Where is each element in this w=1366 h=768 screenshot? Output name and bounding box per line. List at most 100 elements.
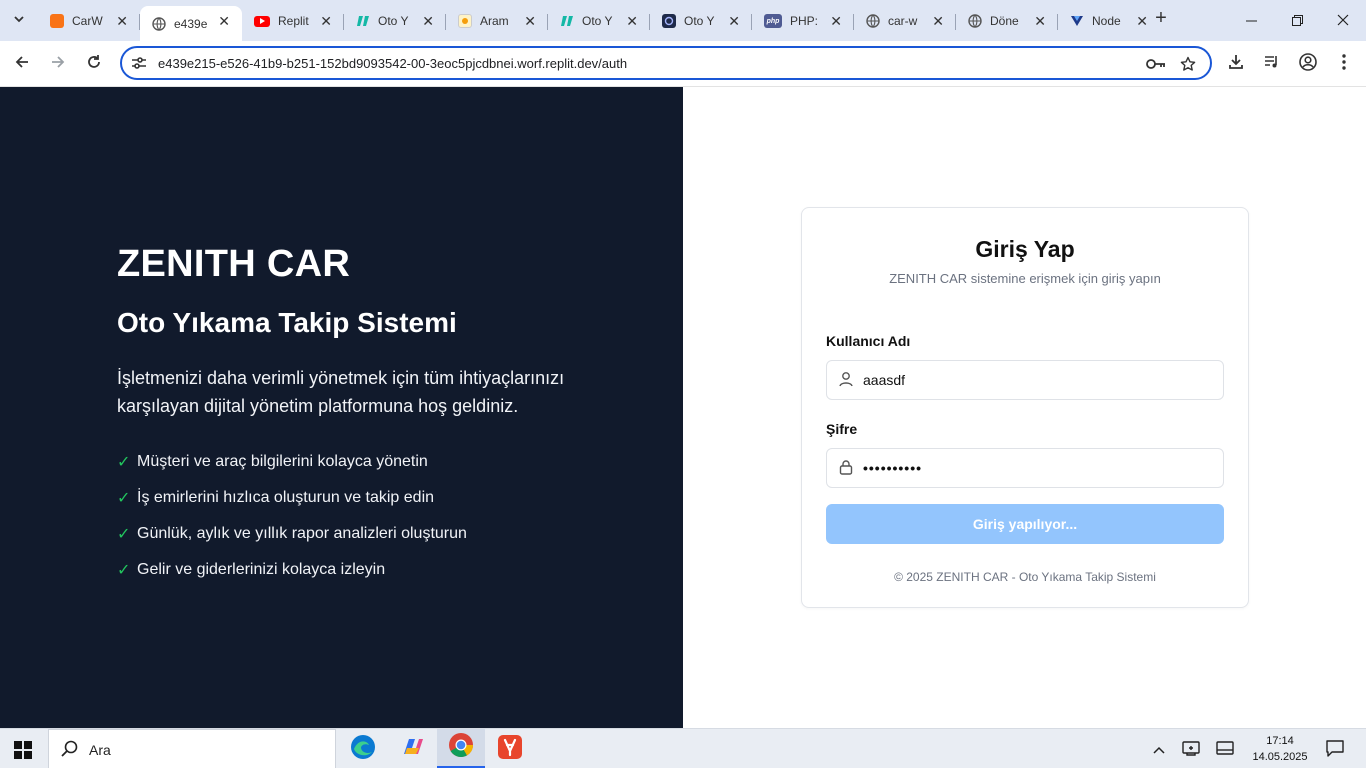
close-icon[interactable]: ✕ bbox=[932, 13, 944, 30]
edge-icon bbox=[350, 734, 376, 765]
password-input[interactable]: •••••••••• bbox=[863, 460, 1203, 476]
tab-search-button[interactable] bbox=[6, 7, 32, 33]
tab-list: CarW ✕ e439e ✕ Replit ✕ Oto Y ✕ Aram ✕ O… bbox=[38, 6, 1160, 41]
close-icon[interactable]: ✕ bbox=[524, 13, 536, 30]
taskbar-brave-app[interactable] bbox=[486, 729, 534, 768]
tray-network-button[interactable] bbox=[1178, 729, 1204, 768]
close-icon[interactable]: ✕ bbox=[1136, 13, 1148, 30]
minimize-button[interactable] bbox=[1228, 0, 1274, 41]
display-icon bbox=[1216, 740, 1234, 758]
vuetify-icon bbox=[1070, 14, 1084, 28]
feature-item: ✓ Gelir ve giderlerinizi kolayca izleyin bbox=[117, 552, 467, 588]
otoy-icon bbox=[560, 14, 574, 28]
reload-button[interactable] bbox=[80, 50, 108, 78]
windows-taskbar: Ara 17:14 14.05.2025 bbox=[0, 728, 1366, 768]
hero-description: İşletmenizi daha verimli yönetmek için t… bbox=[117, 368, 565, 416]
tab-title: car-w bbox=[888, 14, 918, 28]
username-input[interactable] bbox=[863, 372, 1203, 388]
password-field[interactable]: •••••••••• bbox=[826, 448, 1224, 488]
username-label: Kullanıcı Adı bbox=[826, 333, 911, 349]
menu-button[interactable] bbox=[1330, 50, 1358, 78]
close-icon[interactable]: ✕ bbox=[422, 13, 434, 30]
address-bar[interactable]: e439e215-e526-41b9-b251-152bd9093542-00-… bbox=[120, 46, 1212, 80]
search-icon bbox=[61, 740, 79, 763]
notifications-button[interactable] bbox=[1320, 729, 1350, 768]
feature-item: ✓ İş emirlerini hızlıca oluşturun ve tak… bbox=[117, 480, 467, 516]
browser-tab[interactable]: php PHP: ✕ bbox=[752, 6, 854, 36]
restore-button[interactable] bbox=[1274, 0, 1320, 41]
username-field[interactable] bbox=[826, 360, 1224, 400]
check-icon: ✓ bbox=[117, 562, 131, 579]
windows-start-button[interactable] bbox=[14, 741, 32, 759]
globe-icon bbox=[968, 14, 982, 28]
otoy-dark-icon bbox=[662, 14, 676, 28]
star-icon[interactable] bbox=[1178, 54, 1198, 74]
browser-tab[interactable]: Döne ✕ bbox=[956, 6, 1058, 36]
browser-tab[interactable]: Oto Y ✕ bbox=[548, 6, 650, 36]
feature-text: Gelir ve giderlerinizi kolayca izleyin bbox=[137, 561, 386, 578]
tab-title: CarW bbox=[72, 14, 103, 28]
close-icon[interactable]: ✕ bbox=[830, 13, 842, 30]
more-vertical-icon bbox=[1342, 53, 1346, 75]
tray-display-button[interactable] bbox=[1212, 729, 1238, 768]
hero-subtitle: Oto Yıkama Takip Sistemi bbox=[117, 307, 457, 338]
tray-overflow-button[interactable] bbox=[1148, 729, 1170, 768]
browser-tab-active[interactable]: e439e ✕ bbox=[140, 6, 242, 41]
taskbar-copilot-app[interactable] bbox=[388, 729, 436, 768]
browser-tab[interactable]: Replit ✕ bbox=[242, 6, 344, 36]
browser-tab[interactable]: Node ✕ bbox=[1058, 6, 1160, 36]
browser-tab[interactable]: Oto Y ✕ bbox=[344, 6, 446, 36]
arrow-left-icon bbox=[14, 54, 30, 75]
new-tab-button[interactable]: + bbox=[1150, 8, 1172, 30]
login-submit-button[interactable]: Giriş yapılıyor... bbox=[826, 504, 1224, 544]
user-icon bbox=[839, 371, 855, 389]
lock-icon bbox=[839, 459, 855, 477]
close-window-button[interactable] bbox=[1320, 0, 1366, 41]
close-icon[interactable]: ✕ bbox=[218, 13, 230, 30]
clock-time: 17:14 bbox=[1266, 735, 1294, 747]
taskbar-clock[interactable]: 17:14 14.05.2025 bbox=[1252, 733, 1308, 765]
browser-tab[interactable]: car-w ✕ bbox=[854, 6, 956, 36]
tab-title: Node bbox=[1092, 14, 1121, 28]
chevron-up-icon bbox=[1153, 741, 1165, 757]
browser-tab[interactable]: Oto Y ✕ bbox=[650, 6, 752, 36]
close-icon[interactable]: ✕ bbox=[728, 13, 740, 30]
youtube-icon bbox=[254, 15, 270, 27]
close-icon[interactable]: ✕ bbox=[116, 13, 128, 30]
feature-text: Günlük, aylık ve yıllık rapor analizleri… bbox=[137, 525, 467, 542]
tab-title: Oto Y bbox=[684, 14, 715, 28]
feature-item: ✓ Müşteri ve araç bilgilerini kolayca yö… bbox=[117, 444, 467, 480]
close-icon[interactable]: ✕ bbox=[626, 13, 638, 30]
forward-button[interactable] bbox=[44, 50, 72, 78]
feature-item: ✓ Günlük, aylık ve yıllık rapor analizle… bbox=[117, 516, 467, 552]
chevron-down-icon bbox=[13, 13, 25, 28]
feature-text: Müşteri ve araç bilgilerini kolayca yöne… bbox=[137, 453, 428, 470]
back-button[interactable] bbox=[8, 50, 36, 78]
taskbar-edge-app[interactable] bbox=[339, 729, 387, 768]
globe-icon bbox=[152, 16, 166, 31]
key-icon[interactable] bbox=[1146, 54, 1166, 74]
browser-tab[interactable]: Aram ✕ bbox=[446, 6, 548, 36]
browser-toolbar: e439e215-e526-41b9-b251-152bd9093542-00-… bbox=[0, 41, 1366, 87]
media-controls-button[interactable] bbox=[1258, 50, 1286, 78]
browser-tab[interactable]: CarW ✕ bbox=[38, 6, 140, 36]
taskbar-search-box[interactable]: Ara bbox=[48, 729, 336, 768]
taskbar-chrome-app[interactable] bbox=[437, 729, 485, 768]
site-settings-icon[interactable] bbox=[131, 55, 147, 71]
url-text[interactable]: e439e215-e526-41b9-b251-152bd9093542-00-… bbox=[158, 56, 627, 71]
close-icon[interactable]: ✕ bbox=[320, 13, 332, 30]
taskbar-search-placeholder: Ara bbox=[89, 742, 111, 758]
minimize-icon bbox=[1245, 13, 1257, 29]
arrow-right-icon bbox=[50, 54, 66, 75]
check-icon: ✓ bbox=[117, 454, 131, 471]
carwash-favicon-icon bbox=[50, 14, 64, 28]
downloads-button[interactable] bbox=[1222, 50, 1250, 78]
check-icon: ✓ bbox=[117, 490, 131, 507]
close-icon[interactable]: ✕ bbox=[1034, 13, 1046, 30]
restore-icon bbox=[1291, 13, 1303, 29]
password-label: Şifre bbox=[826, 421, 858, 437]
download-icon bbox=[1228, 54, 1244, 75]
profile-button[interactable] bbox=[1294, 50, 1322, 78]
login-card: Giriş Yap ZENITH CAR sistemine erişmek i… bbox=[801, 207, 1249, 608]
feature-text: İş emirlerini hızlıca oluşturun ve takip… bbox=[137, 489, 435, 506]
